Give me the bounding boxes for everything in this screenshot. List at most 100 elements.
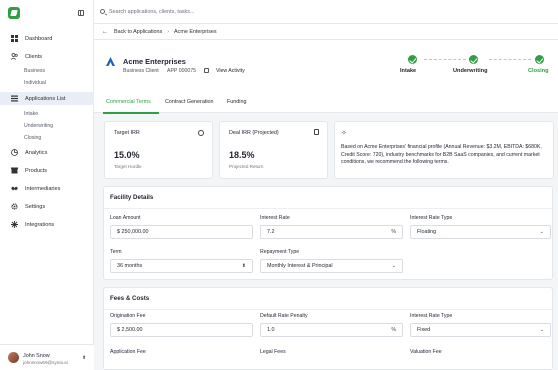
sidebar-collapse-icon[interactable]	[78, 10, 84, 16]
sidebar-subitem-closing[interactable]: Closing	[24, 135, 41, 141]
stage-underwriting-label: Underwriting	[453, 68, 488, 74]
valuation-fee-label: Valuation Fee	[410, 349, 442, 355]
users-icon	[10, 53, 18, 60]
repayment-type-value: Monthly Interest & Principal	[267, 263, 333, 269]
client-type: Business Client	[123, 68, 159, 74]
integrations-icon	[11, 221, 18, 228]
tab-commercial-terms[interactable]: Commercial Terms	[106, 99, 151, 105]
repayment-type-label: Repayment Type	[260, 249, 300, 255]
percent-suffix: %	[391, 229, 396, 235]
chevron-down-icon: ⌄	[539, 229, 544, 235]
sidebar-item-label: Clients	[25, 53, 43, 60]
stage-connector	[489, 59, 531, 60]
stage-closing-label: Closing	[528, 68, 549, 74]
sidebar: Dashboard Clients Business Individual Ap…	[0, 0, 94, 370]
sidebar-item-label: Analytics	[25, 149, 48, 156]
tab-bar: Commercial Terms Contract Generation Fun…	[94, 91, 558, 113]
breadcrumb: ← Back to Applications › Acme Enterprise…	[94, 24, 558, 40]
loan-amount-input[interactable]: $ 250,000.00	[110, 225, 253, 239]
top-bar: Search applications, clients, tasks...	[94, 0, 558, 24]
fees-interest-rate-type-label: Interest Rate Type	[410, 313, 453, 319]
sidebar-item-applications[interactable]: Applications List	[0, 92, 94, 105]
stage-intake-check-icon	[408, 55, 417, 64]
default-rate-penalty-value: 1.0	[267, 327, 275, 333]
sidebar-item-intermediaries[interactable]: Intermediaries	[0, 182, 94, 195]
sidebar-item-clients[interactable]: Clients	[0, 50, 94, 63]
chevron-down-icon: ⌄	[391, 263, 396, 269]
stage-intake-label: Intake	[400, 68, 417, 74]
term-value: 36 months	[117, 263, 143, 269]
section-title: Facility Details	[110, 194, 154, 201]
arrow-left-icon[interactable]: ←	[102, 29, 108, 35]
card-label: Target IRR	[114, 130, 140, 136]
ai-recommendation-text: Based on Acme Enterprises' financial pro…	[341, 144, 542, 166]
card-label: Deal IRR (Projected)	[229, 130, 279, 136]
sidebar-item-label: Intermediaries	[25, 185, 61, 192]
sidebar-item-label: Products	[25, 167, 48, 174]
sidebar-subitem-individual[interactable]: Individual	[24, 80, 46, 86]
sidebar-item-label: Applications List	[25, 95, 66, 102]
card-sub: Projected Return	[229, 164, 264, 169]
ai-recommendation-card: ✧ Based on Acme Enterprises' financial p…	[334, 121, 554, 179]
sidebar-item-products[interactable]: Products	[0, 164, 94, 177]
user-name: John Snow	[23, 353, 50, 359]
chevron-down-icon: ⌄	[539, 327, 544, 333]
application-fee-label: Application Fee	[110, 349, 146, 355]
interest-rate-input[interactable]: 7.2%	[260, 225, 403, 239]
company-logo-icon	[106, 57, 115, 66]
deal-irr-card: Deal IRR (Projected) 18.5% Projected Ret…	[219, 121, 328, 179]
fees-costs-section: Fees & Costs Origination Fee $ 2,500.00 …	[103, 287, 553, 370]
stage-connector	[424, 59, 466, 60]
copy-icon[interactable]	[204, 68, 209, 73]
sidebar-item-dashboard[interactable]: Dashboard	[0, 32, 94, 45]
avatar	[8, 352, 19, 363]
default-rate-penalty-input[interactable]: 1.0%	[260, 323, 403, 337]
search-input[interactable]: Search applications, clients, tasks...	[109, 9, 194, 15]
box-icon	[11, 167, 18, 174]
chevron-updown-icon: ⬍	[241, 263, 246, 269]
sidebar-item-label: Integrations	[25, 221, 55, 228]
term-select[interactable]: 36 months ⬍	[110, 259, 253, 273]
sidebar-item-settings[interactable]: Settings	[0, 200, 94, 213]
view-activity-link[interactable]: View Activity	[216, 68, 245, 74]
target-irr-card: Target IRR 15.0% Target Hurdle	[104, 121, 213, 179]
percent-suffix: %	[391, 327, 396, 333]
origination-fee-value: $ 2,500.00	[117, 327, 143, 333]
deal-irr-value: 18.5%	[229, 150, 255, 160]
sidebar-subitem-intake[interactable]: Intake	[24, 111, 38, 117]
dashboard-icon	[11, 35, 18, 42]
sidebar-subitem-underwriting[interactable]: Underwriting	[24, 123, 53, 129]
interest-rate-type-label: Interest Rate Type	[410, 215, 453, 221]
tab-funding[interactable]: Funding	[227, 99, 246, 105]
origination-fee-input[interactable]: $ 2,500.00	[110, 323, 253, 337]
sidebar-item-analytics[interactable]: Analytics	[0, 146, 94, 159]
term-label: Term	[110, 249, 122, 255]
target-irr-value: 15.0%	[114, 150, 140, 160]
user-menu[interactable]: John Snow johnsnow69@synia.ai ⬍	[0, 344, 94, 370]
sidebar-item-integrations[interactable]: Integrations	[0, 218, 94, 231]
origination-fee-label: Origination Fee	[110, 313, 146, 319]
breadcrumb-separator-icon: ›	[167, 28, 170, 35]
target-icon	[198, 130, 204, 136]
interest-rate-type-select[interactable]: Floating ⌄	[410, 225, 551, 239]
loan-amount-value: $ 250,000.00	[117, 229, 149, 235]
back-link[interactable]: Back to Applications	[114, 29, 162, 35]
fees-interest-rate-type-select[interactable]: Fixed ⌄	[410, 323, 551, 337]
facility-details-section: Facility Details Loan Amount $ 250,000.0…	[103, 186, 553, 280]
loan-amount-label: Loan Amount	[110, 215, 141, 221]
chevron-updown-icon[interactable]: ⬍	[82, 355, 86, 361]
sidebar-subitem-business[interactable]: Business	[24, 68, 45, 74]
repayment-type-select[interactable]: Monthly Interest & Principal ⌄	[260, 259, 403, 273]
handshake-icon	[11, 185, 18, 192]
list-icon	[11, 95, 18, 102]
application-id: APP 000075	[167, 68, 197, 74]
legal-fees-label: Legal Fees	[260, 349, 286, 355]
card-sub: Target Hurdle	[114, 164, 142, 169]
interest-rate-value: 7.2	[267, 229, 275, 235]
tab-contract-generation[interactable]: Contract Generation	[165, 99, 214, 105]
interest-rate-label: Interest Rate	[260, 215, 290, 221]
divider	[104, 309, 552, 310]
search-icon	[100, 9, 105, 14]
app-logo[interactable]	[8, 7, 20, 19]
sidebar-item-label: Settings	[25, 203, 46, 210]
